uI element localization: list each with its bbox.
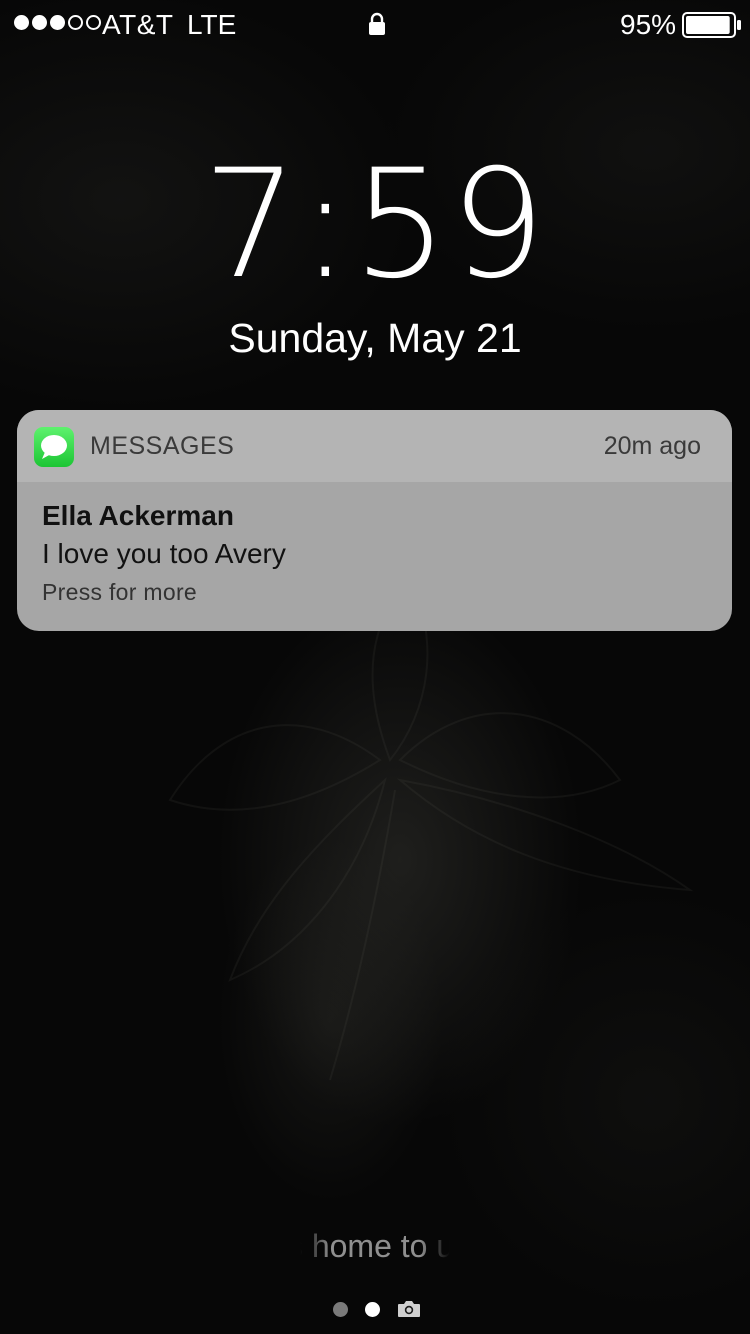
- signal-dot: [86, 15, 101, 30]
- lock-screen-date: Sunday, May 21: [228, 315, 522, 361]
- lock-screen-time: 7:59: [202, 138, 548, 312]
- messages-icon: [34, 427, 74, 467]
- signal-strength-icon: [14, 15, 101, 30]
- signal-dot: [68, 15, 83, 30]
- lock-screen: AT&T LTE 95% 7:59 Sunday, May 21 MESSAGE…: [0, 0, 750, 1334]
- battery-icon: [682, 12, 741, 38]
- notification-app-name: MESSAGES: [90, 432, 235, 460]
- notification-sender: Ella Ackerman: [42, 500, 234, 531]
- unlock-hint: Press home to unlock: [221, 1228, 529, 1264]
- signal-dot: [50, 15, 65, 30]
- page-dot-active[interactable]: [365, 1301, 380, 1317]
- notification-header: MESSAGES 20m ago: [17, 410, 732, 482]
- message-notification[interactable]: MESSAGES 20m ago Ella Ackerman I love yo…: [17, 410, 732, 631]
- battery-percent: 95%: [620, 9, 677, 40]
- camera-icon[interactable]: [397, 1300, 421, 1318]
- lock-icon: [369, 12, 385, 35]
- network-type: LTE: [187, 9, 237, 40]
- status-bar: AT&T LTE 95%: [0, 0, 750, 50]
- carrier-name: AT&T: [102, 9, 174, 40]
- signal-dot: [32, 15, 47, 30]
- page-indicator[interactable]: [333, 1300, 421, 1318]
- notification-hint: Press for more: [42, 579, 198, 605]
- notification-time: 20m ago: [603, 432, 701, 460]
- signal-dot: [14, 15, 29, 30]
- notification-message: I love you too Avery: [42, 538, 286, 569]
- page-dot[interactable]: [333, 1301, 348, 1317]
